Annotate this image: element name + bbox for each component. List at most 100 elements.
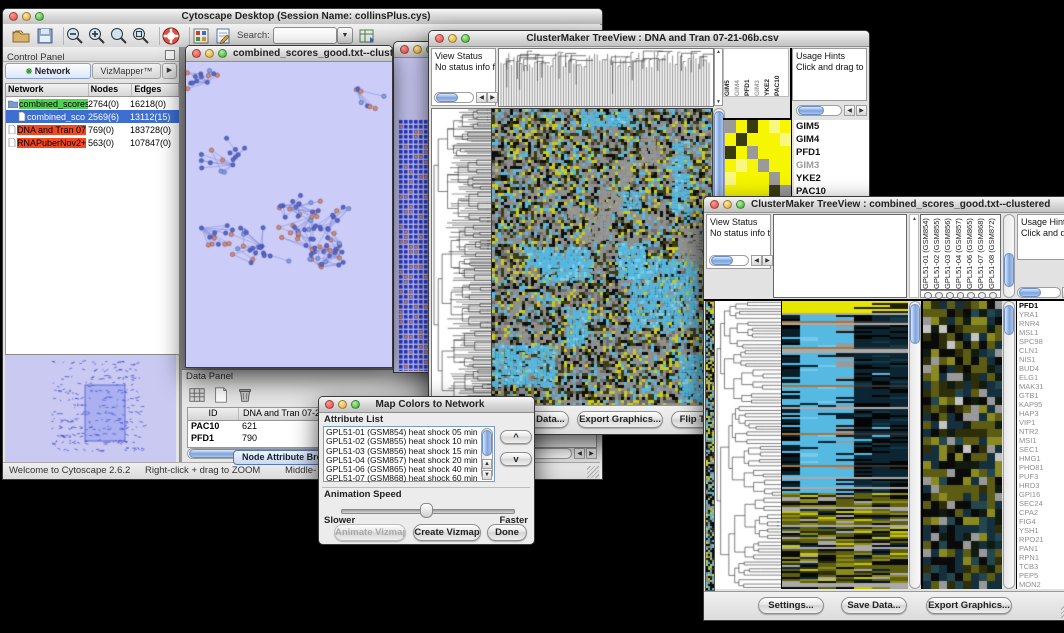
gene-label[interactable]: HMG1 [1019, 454, 1064, 463]
close-icon[interactable] [9, 12, 18, 21]
tv2-row-dendrogram-canvas[interactable] [715, 301, 781, 589]
summary-cell[interactable] [769, 159, 780, 172]
network-graph-canvas[interactable] [186, 62, 390, 366]
tab-vizmapper[interactable]: VizMapper™ [92, 63, 161, 79]
search-input[interactable] [273, 27, 337, 44]
summary-cell[interactable] [769, 120, 780, 133]
zoom-window-icon[interactable] [736, 200, 745, 209]
save-data-button[interactable]: Save Data... [841, 597, 907, 614]
annotation-icon[interactable] [213, 26, 233, 46]
tv1-heatmap-canvas[interactable] [491, 108, 713, 407]
zoom-window-icon[interactable] [218, 49, 227, 58]
gene-label[interactable]: GIM5 [796, 120, 869, 133]
minimize-icon[interactable] [723, 200, 732, 209]
gene-label[interactable]: GIM4 [796, 133, 869, 146]
tv2-zoom-vscroll[interactable] [1003, 301, 1015, 589]
gene-label[interactable]: MON2 [1019, 580, 1064, 589]
move-up-button[interactable]: ^ [500, 430, 532, 444]
gene-label[interactable]: PFD1 [1019, 301, 1064, 310]
scroll-left-icon[interactable]: ◀ [574, 448, 585, 459]
import-table-icon[interactable] [357, 26, 377, 46]
minimize-icon[interactable] [413, 45, 422, 54]
vizmapper-palette-icon[interactable] [191, 26, 211, 46]
gene-label[interactable]: RNR4 [1019, 319, 1064, 328]
scroll-right-icon[interactable]: ▶ [586, 448, 597, 459]
tv2-status-hscroll-thumb[interactable] [711, 256, 733, 265]
zoom-fit-icon[interactable] [109, 26, 129, 46]
tv1-status-hscroll[interactable] [434, 92, 474, 103]
summary-cell[interactable] [780, 146, 791, 159]
zoom-in-icon[interactable] [87, 26, 107, 46]
scroll-right-icon[interactable]: ▶ [762, 255, 773, 266]
gene-label[interactable]: MSI1 [1019, 436, 1064, 445]
summary-cell[interactable] [769, 146, 780, 159]
summary-cell[interactable] [725, 120, 736, 133]
scroll-right-icon[interactable]: ▶ [487, 92, 498, 103]
gene-label[interactable]: ELG1 [1019, 373, 1064, 382]
attribute-list-item[interactable]: GPL51-07 (GSM868) heat shock 60 min [326, 474, 478, 483]
close-icon[interactable] [192, 49, 201, 58]
delete-attribute-icon[interactable] [236, 386, 254, 404]
gene-label[interactable]: NTR2 [1019, 427, 1064, 436]
summary-cell[interactable] [747, 133, 758, 146]
gene-label[interactable]: SPC98 [1019, 337, 1064, 346]
tab-overflow-arrow-icon[interactable]: ▶ [162, 63, 177, 79]
gene-label[interactable]: SEC24 [1019, 499, 1064, 508]
table-row[interactable]: combined_sco 2569(6) 13112(15) [6, 110, 179, 123]
move-down-button[interactable]: v [500, 452, 532, 466]
list-scroll-up-icon[interactable]: ▲ [482, 459, 492, 469]
gene-label[interactable]: PEP5 [1019, 571, 1064, 580]
summary-cell[interactable] [758, 146, 769, 159]
minimize-icon[interactable] [448, 34, 457, 43]
settings-button[interactable]: Settings... [758, 597, 824, 614]
gene-label[interactable]: GIM3 [796, 159, 869, 172]
gene-label[interactable]: MSL1 [1019, 328, 1064, 337]
gene-label[interactable]: NIS1 [1019, 355, 1064, 364]
summary-cell[interactable] [780, 159, 791, 172]
tv1-hints-hscroll[interactable] [796, 105, 842, 116]
scroll-right-icon[interactable]: ▶ [856, 105, 867, 116]
summary-cell[interactable] [736, 133, 747, 146]
tv2-heatmap-canvas[interactable] [781, 301, 908, 589]
summary-cell[interactable] [758, 120, 769, 133]
open-icon[interactable] [11, 26, 31, 46]
treeview1-titlebar[interactable]: ClusterMaker TreeView : DNA and Tran 07-… [429, 31, 869, 47]
minimize-icon[interactable] [205, 49, 214, 58]
zoom-window-icon[interactable] [351, 400, 360, 409]
table-row[interactable]: RNAPuberNov2+ 563(0) 107847(0) [6, 136, 179, 149]
gene-label[interactable]: CPA2 [1019, 508, 1064, 517]
close-icon[interactable] [325, 400, 334, 409]
zoom-selected-icon[interactable] [131, 26, 151, 46]
resize-grip[interactable] [587, 466, 599, 478]
attribute-select-icon[interactable] [188, 386, 206, 404]
gene-label[interactable]: HRD3 [1019, 481, 1064, 490]
tv1-col-scroll-strip[interactable]: ▲ ▼ [714, 48, 723, 106]
summary-cell[interactable] [769, 133, 780, 146]
tv2-global-strip-canvas[interactable] [705, 301, 715, 591]
gene-label[interactable]: PAN1 [1019, 544, 1064, 553]
dialog-titlebar[interactable]: Map Colors to Network [319, 397, 534, 413]
scroll-left-icon[interactable]: ◀ [844, 105, 855, 116]
gene-label[interactable]: TCB3 [1019, 562, 1064, 571]
tv1-summary-heatmap[interactable] [725, 120, 791, 199]
summary-cell[interactable] [758, 159, 769, 172]
tv2-collabel-vscroll-thumb[interactable] [1004, 253, 1014, 287]
gene-label[interactable]: BUD4 [1019, 364, 1064, 373]
tv2-hints-hscroll-thumb[interactable] [1019, 288, 1041, 297]
gene-label[interactable]: MAK31 [1019, 382, 1064, 391]
tv2-status-hscroll[interactable] [709, 255, 749, 266]
summary-cell[interactable] [725, 172, 736, 185]
zoom-window-icon[interactable] [35, 12, 44, 21]
summary-cell[interactable] [736, 146, 747, 159]
gene-label[interactable]: YRA1 [1019, 310, 1064, 319]
gene-label[interactable]: CLN1 [1019, 346, 1064, 355]
slider-thumb[interactable] [420, 503, 433, 518]
summary-cell[interactable] [758, 133, 769, 146]
tv2-hints-hscroll[interactable] [1017, 287, 1061, 298]
tv1-status-hscroll-thumb[interactable] [436, 93, 458, 102]
summary-cell[interactable] [725, 146, 736, 159]
gene-label[interactable]: KAP95 [1019, 400, 1064, 409]
save-icon[interactable] [35, 26, 55, 46]
zoom-window-icon[interactable] [461, 34, 470, 43]
table-row[interactable]: DNA and Tran 07 769(0) 183728(0) [6, 123, 179, 136]
